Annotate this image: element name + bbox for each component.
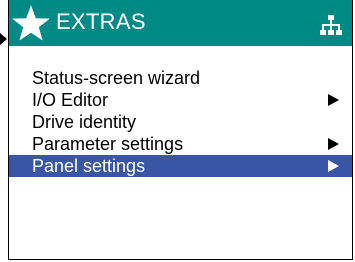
screen-header: EXTRAS [9,0,352,46]
star-icon [12,5,50,41]
submenu-arrow-icon [328,160,339,172]
submenu-arrow-icon [328,138,339,150]
menu-item-status-screen-wizard[interactable]: Status-screen wizard [9,67,352,89]
callout-pointer-icon [0,33,7,45]
menu-item-label: Status-screen wizard [32,68,201,88]
menu-item-parameter-settings[interactable]: Parameter settings [9,133,352,155]
menu-item-label: I/O Editor [32,90,109,110]
panel-screen: EXTRAS Status-screen wizard I/O Editor D… [8,0,353,260]
menu-item-label: Parameter settings [32,134,184,154]
menu-item-label: Drive identity [32,112,137,132]
network-tree-icon[interactable] [320,14,342,36]
menu-item-panel-settings[interactable]: Panel settings [9,155,352,177]
submenu-arrow-icon [328,94,339,106]
menu-item-label: Panel settings [32,156,146,176]
extras-menu: Status-screen wizard I/O Editor Drive id… [9,67,352,177]
menu-item-io-editor[interactable]: I/O Editor [9,89,352,111]
screen-title: EXTRAS [56,9,146,34]
menu-item-drive-identity[interactable]: Drive identity [9,111,352,133]
